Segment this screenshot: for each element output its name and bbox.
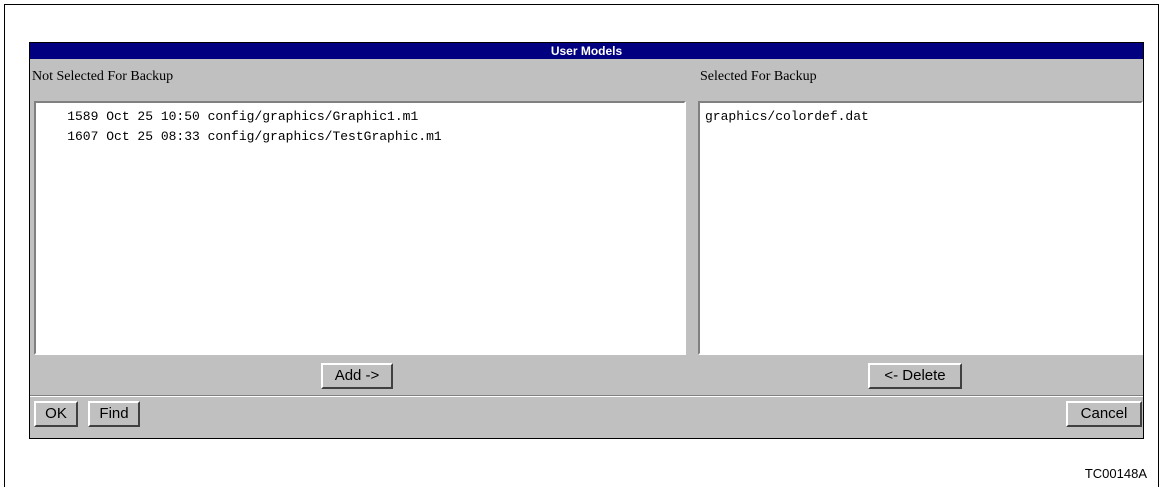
list-item[interactable]: 1589 Oct 25 10:50 config/graphics/Graphi… [36, 107, 684, 127]
find-button[interactable]: Find [88, 401, 140, 427]
selected-list[interactable]: graphics/colordef.dat [698, 101, 1143, 355]
separator [30, 395, 1143, 397]
figure-id-label: TC00148A [1084, 466, 1147, 481]
not-selected-label: Not Selected For Backup [32, 69, 174, 84]
delete-button[interactable]: <- Delete [868, 363, 962, 389]
add-button[interactable]: Add -> [321, 363, 393, 389]
cancel-button[interactable]: Cancel [1066, 401, 1142, 427]
selected-label: Selected For Backup [700, 69, 817, 84]
user-models-dialog: User Models Not Selected For Backup Sele… [29, 42, 1144, 439]
dialog-title: User Models [30, 43, 1143, 59]
list-item[interactable]: 1607 Oct 25 08:33 config/graphics/TestGr… [36, 127, 684, 147]
list-item[interactable]: graphics/colordef.dat [705, 107, 1141, 127]
not-selected-list[interactable]: 1589 Oct 25 10:50 config/graphics/Graphi… [34, 101, 686, 355]
ok-button[interactable]: OK [34, 401, 78, 427]
